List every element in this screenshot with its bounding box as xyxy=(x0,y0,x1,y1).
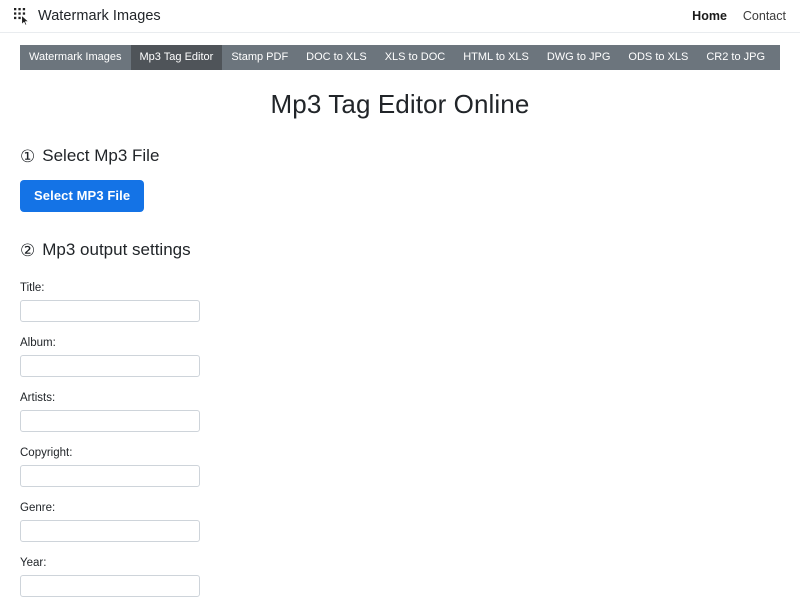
tab-watermark-images[interactable]: Watermark Images xyxy=(20,45,131,70)
page-title: Mp3 Tag Editor Online xyxy=(270,89,530,119)
step-2-heading: ② Mp3 output settings xyxy=(20,240,780,260)
field-artists: Artists: xyxy=(20,392,780,432)
field-genre: Genre: xyxy=(20,502,780,542)
artists-input[interactable] xyxy=(20,410,200,432)
step-1-heading: ① Select Mp3 File xyxy=(20,146,780,166)
field-label-title: Title: xyxy=(20,282,45,294)
tab-image-editor[interactable]: Image Editor xyxy=(774,45,780,70)
field-title: Title: xyxy=(20,282,780,322)
year-input[interactable] xyxy=(20,575,200,597)
tab-ods-to-xls[interactable]: ODS to XLS xyxy=(619,45,697,70)
brand-link[interactable]: Watermark Images xyxy=(13,7,161,26)
tab-doc-to-xls[interactable]: DOC to XLS xyxy=(297,45,376,70)
step-1-number: ① xyxy=(20,146,36,166)
step-2-number: ② xyxy=(20,240,36,260)
app-grid-cursor-icon xyxy=(13,7,32,26)
field-label-album: Album: xyxy=(20,337,56,349)
genre-input[interactable] xyxy=(20,520,200,542)
step-1-label: Select Mp3 File xyxy=(42,146,160,165)
copyright-input[interactable] xyxy=(20,465,200,487)
tab-html-to-xls[interactable]: HTML to XLS xyxy=(454,45,538,70)
select-mp3-file-button[interactable]: Select MP3 File xyxy=(20,180,145,212)
field-label-genre: Genre: xyxy=(20,502,56,514)
tab-xls-to-doc[interactable]: XLS to DOC xyxy=(376,45,455,70)
field-album: Album: xyxy=(20,337,780,377)
tab-dwg-to-jpg[interactable]: DWG to JPG xyxy=(538,45,620,70)
site-header: Watermark Images Home Contact xyxy=(0,0,800,33)
mp3-settings-form: Title: Album: Artists: Copyright: Genre:… xyxy=(20,282,780,597)
step-2-label: Mp3 output settings xyxy=(42,240,191,259)
tab-strip-wrapper: Watermark Images Mp3 Tag Editor Stamp PD… xyxy=(0,33,800,70)
album-input[interactable] xyxy=(20,355,200,377)
tab-stamp-pdf[interactable]: Stamp PDF xyxy=(222,45,297,70)
page-content: Mp3 Tag Editor Online ① Select Mp3 File … xyxy=(0,89,800,597)
field-label-year: Year: xyxy=(20,557,47,569)
field-label-artists: Artists: xyxy=(20,392,56,404)
tab-cr2-to-jpg[interactable]: CR2 to JPG xyxy=(697,45,774,70)
title-input[interactable] xyxy=(20,300,200,322)
tool-navbar: Watermark Images Mp3 Tag Editor Stamp PD… xyxy=(20,45,780,70)
field-label-copyright: Copyright: xyxy=(20,447,73,459)
field-year: Year: xyxy=(20,557,780,597)
brand-title: Watermark Images xyxy=(38,8,161,24)
tab-mp3-tag-editor[interactable]: Mp3 Tag Editor xyxy=(130,45,223,70)
header-nav: Home Contact xyxy=(692,9,786,23)
header-nav-home[interactable]: Home xyxy=(692,9,727,23)
header-nav-contact[interactable]: Contact xyxy=(743,9,786,23)
field-copyright: Copyright: xyxy=(20,447,780,487)
